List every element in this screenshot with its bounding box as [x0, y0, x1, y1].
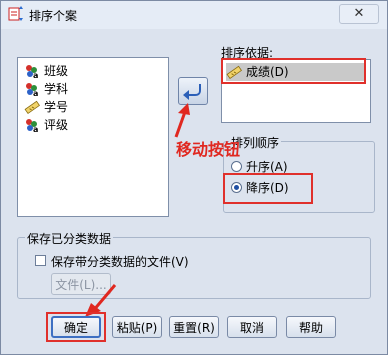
annotation-arrow-icon — [174, 103, 190, 138]
help-button[interactable]: 帮助 — [286, 316, 336, 338]
cancel-button[interactable]: 取消 — [227, 316, 277, 338]
svg-text:a: a — [33, 89, 38, 97]
list-item-label: 评级 — [44, 118, 69, 132]
list-item[interactable]: a 评级 — [24, 116, 68, 134]
list-item[interactable]: a 班级 — [24, 62, 68, 80]
radio-unselected-icon — [231, 161, 242, 172]
close-icon: ✕ — [353, 6, 365, 21]
list-item-label: 学号 — [44, 100, 69, 114]
save-file-checkbox[interactable] — [35, 255, 46, 266]
move-button-annotation: 移动按钮 — [176, 140, 241, 159]
close-button[interactable]: ✕ — [339, 4, 379, 24]
scale-variable-icon — [24, 100, 40, 115]
app-icon — [8, 6, 23, 21]
highlight-descending — [223, 173, 313, 204]
list-item[interactable]: a 学科 — [24, 80, 68, 98]
reset-button[interactable]: 重置(R) — [169, 316, 219, 338]
sort-cases-dialog: 排序个案 ✕ a 班级 a 学科 学号 a 评级 排序依据: 成绩(D) 排列顺… — [0, 0, 388, 355]
svg-text:a: a — [33, 125, 38, 133]
save-sorted-title: 保存已分类数据 — [25, 230, 114, 247]
nominal-variable-icon: a — [26, 83, 38, 97]
highlight-ok — [46, 312, 106, 342]
highlight-sort-by — [221, 58, 366, 84]
nominal-variable-icon: a — [26, 65, 38, 79]
title-bar: 排序个案 ✕ — [1, 1, 387, 29]
list-item[interactable]: 学号 — [24, 98, 68, 116]
svg-text:a: a — [33, 71, 38, 79]
list-item-label: 班级 — [44, 64, 69, 78]
paste-button[interactable]: 粘贴(P) — [112, 316, 162, 338]
save-file-label: 保存带分类数据的文件(V) — [51, 255, 189, 269]
list-item-label: 学科 — [44, 82, 69, 96]
source-variable-list[interactable]: a 班级 a 学科 学号 a 评级 — [17, 57, 169, 217]
nominal-variable-icon: a — [26, 119, 38, 133]
window-title: 排序个案 — [29, 9, 78, 23]
